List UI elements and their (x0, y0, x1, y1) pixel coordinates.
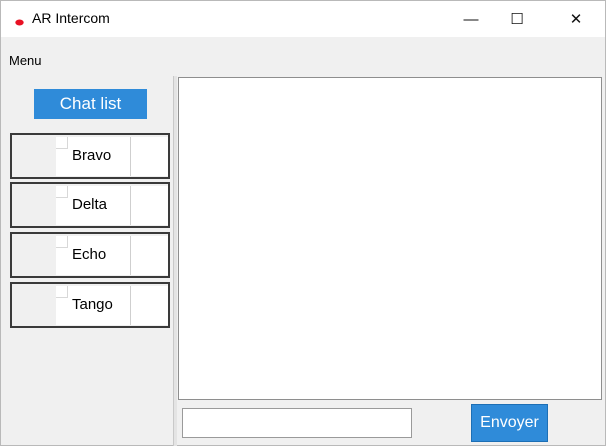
minimize-icon: — (463, 10, 479, 28)
title-bar[interactable]: AR Intercom — ☐ ✕ (1, 1, 605, 37)
minimize-button[interactable]: — (448, 1, 494, 37)
maximize-icon: ☐ (510, 11, 524, 28)
checkbox-icon (56, 137, 68, 149)
chat-item-bravo[interactable]: Bravo (10, 133, 170, 179)
checkbox-icon (56, 286, 68, 298)
chat-item-side-box (130, 286, 168, 325)
checkbox-icon (56, 236, 68, 248)
chat-item-echo[interactable]: Echo (10, 232, 170, 278)
message-input[interactable] (182, 408, 412, 438)
chat-item-label: Delta (72, 196, 108, 213)
app-icon (15, 14, 24, 26)
chat-item-tango[interactable]: Tango (10, 282, 170, 328)
chat-item-delta[interactable]: Delta (10, 182, 170, 228)
app-window: AR Intercom — ☐ ✕ Menu Chat list Bravo D… (0, 0, 606, 446)
chat-item-side-box (130, 137, 168, 176)
chat-list-button[interactable]: Chat list (34, 89, 147, 119)
send-button[interactable]: Envoyer (471, 404, 548, 442)
chat-item-label: Echo (72, 246, 107, 263)
close-button[interactable]: ✕ (553, 1, 599, 37)
chat-item-label: Tango (72, 296, 113, 313)
panel-divider[interactable] (173, 76, 177, 446)
chat-item-side-box (130, 186, 168, 225)
chat-item-side-box (130, 236, 168, 275)
maximize-button[interactable]: ☐ (494, 1, 540, 37)
message-area[interactable] (178, 77, 602, 400)
checkbox-icon (56, 186, 68, 198)
menu-bar: Menu (1, 37, 605, 71)
close-icon: ✕ (569, 11, 583, 28)
chat-item-label: Bravo (72, 147, 112, 164)
window-title: AR Intercom (32, 10, 110, 26)
menu-item-menu[interactable]: Menu (9, 53, 42, 68)
